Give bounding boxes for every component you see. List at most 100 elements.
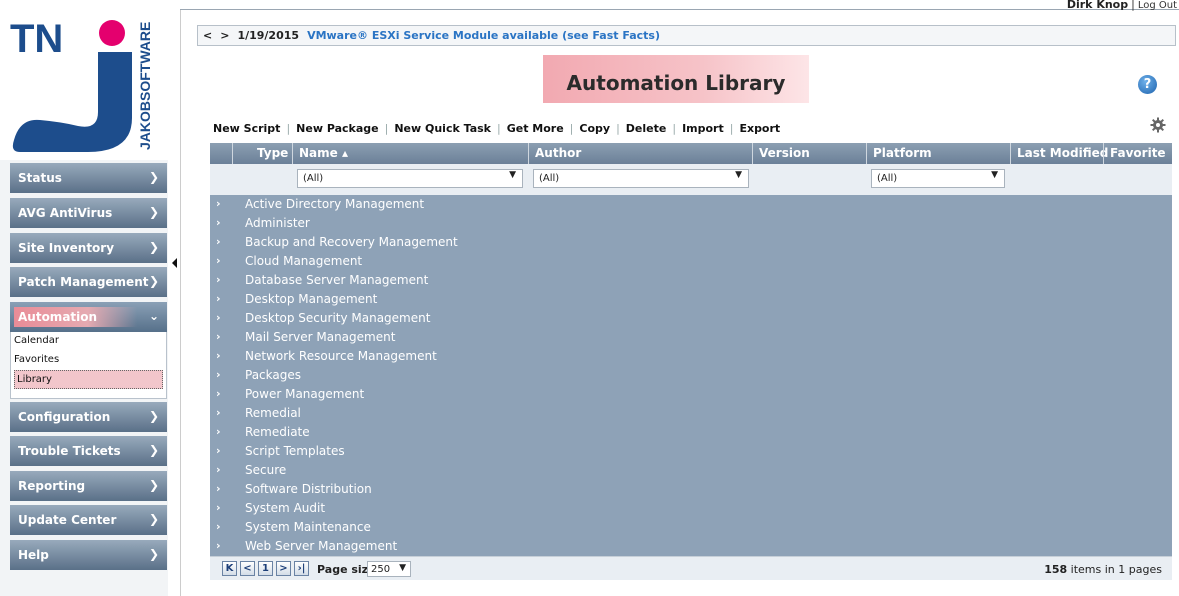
- expand-chevron-icon[interactable]: ›: [216, 254, 221, 267]
- column-header-favorite[interactable]: Favorite: [1110, 146, 1166, 160]
- chevron-right-icon: ❯: [148, 547, 159, 561]
- expand-chevron-icon[interactable]: ›: [216, 520, 221, 533]
- folder-row[interactable]: › Network Resource Management: [210, 347, 1172, 366]
- expand-chevron-icon[interactable]: ›: [216, 216, 221, 229]
- column-header-platform[interactable]: Platform: [873, 146, 932, 160]
- expand-chevron-icon[interactable]: ›: [216, 425, 221, 438]
- collapse-sidebar-icon[interactable]: [172, 258, 177, 268]
- expand-chevron-icon[interactable]: ›: [216, 235, 221, 248]
- first-page-button[interactable]: K: [222, 561, 237, 576]
- sidebar-item-avg-antivirus[interactable]: AVG AntiVirus ❯: [10, 198, 167, 228]
- items-text: items in: [1070, 563, 1115, 576]
- expand-chevron-icon[interactable]: ›: [216, 444, 221, 457]
- delete-button[interactable]: Delete: [626, 122, 667, 135]
- import-button[interactable]: Import: [682, 122, 724, 135]
- filter-row: (All) ▼ (All) ▼ (All) ▼: [210, 164, 1172, 195]
- folder-row[interactable]: › Remedial: [210, 404, 1172, 423]
- logout-link[interactable]: Log Out: [1138, 0, 1177, 11]
- folder-row[interactable]: › Database Server Management: [210, 271, 1172, 290]
- folder-row[interactable]: › Desktop Management: [210, 290, 1172, 309]
- get-more-button[interactable]: Get More: [507, 122, 564, 135]
- sidebar-item-update-center[interactable]: Update Center ❯: [10, 505, 167, 535]
- folder-row[interactable]: › Secure: [210, 461, 1172, 480]
- folder-row[interactable]: › Cloud Management: [210, 252, 1172, 271]
- folder-row[interactable]: › Power Management: [210, 385, 1172, 404]
- expand-chevron-icon[interactable]: ›: [216, 501, 221, 514]
- folder-row[interactable]: › Packages: [210, 366, 1172, 385]
- sidebar-item-configuration[interactable]: Configuration ❯: [10, 402, 167, 432]
- toolbar-separator: |: [729, 122, 734, 135]
- column-header-last-modified[interactable]: Last Modified: [1017, 146, 1108, 160]
- folder-row[interactable]: › Administer: [210, 214, 1172, 233]
- sidebar-item-patch-management[interactable]: Patch Management ❯: [10, 267, 167, 297]
- folder-row[interactable]: › Mail Server Management: [210, 328, 1172, 347]
- page-title-banner: Automation Library: [543, 55, 809, 103]
- expand-chevron-icon[interactable]: ›: [216, 368, 221, 381]
- column-separator: [1010, 143, 1011, 164]
- sidebar-item-status[interactable]: Status ❯: [10, 163, 167, 193]
- folder-row[interactable]: › Desktop Security Management: [210, 309, 1172, 328]
- last-page-button[interactable]: ›|: [294, 561, 309, 576]
- page-size-select[interactable]: 250 ▼: [367, 561, 411, 577]
- expand-chevron-icon[interactable]: ›: [216, 349, 221, 362]
- expand-chevron-icon[interactable]: ›: [216, 387, 221, 400]
- sidebar-item-reporting[interactable]: Reporting ❯: [10, 471, 167, 501]
- folder-row[interactable]: › System Audit: [210, 499, 1172, 518]
- sidebar-item-help[interactable]: Help ❯: [10, 540, 167, 570]
- expand-chevron-icon[interactable]: ›: [216, 197, 221, 210]
- author-filter-select[interactable]: (All) ▼: [533, 169, 749, 188]
- export-button[interactable]: Export: [739, 122, 780, 135]
- expand-chevron-icon[interactable]: ›: [216, 273, 221, 286]
- expand-chevron-icon[interactable]: ›: [216, 539, 221, 552]
- news-date: 1/19/2015: [237, 29, 300, 42]
- platform-filter-value: (All): [877, 173, 898, 184]
- logo[interactable]: TN JAKOBSOFTWARE: [0, 0, 168, 160]
- items-count: 158: [1044, 563, 1068, 576]
- sidebar-item-label: Site Inventory: [18, 241, 115, 255]
- column-header-name[interactable]: Name ▴: [299, 146, 348, 160]
- expand-chevron-icon[interactable]: ›: [216, 463, 221, 476]
- name-filter-select[interactable]: (All) ▼: [297, 169, 523, 188]
- expand-chevron-icon[interactable]: ›: [216, 311, 221, 324]
- help-icon[interactable]: ?: [1138, 75, 1157, 94]
- folder-row[interactable]: › Remediate: [210, 423, 1172, 442]
- folder-row[interactable]: › Software Distribution: [210, 480, 1172, 499]
- folder-row[interactable]: › Script Templates: [210, 442, 1172, 461]
- folder-row[interactable]: › Active Directory Management: [210, 195, 1172, 214]
- submenu-item-calendar[interactable]: Calendar: [11, 332, 166, 351]
- folder-row[interactable]: › Web Server Management: [210, 537, 1172, 556]
- new-package-button[interactable]: New Package: [296, 122, 378, 135]
- sidebar-item-automation[interactable]: Automation ⌄: [10, 302, 167, 332]
- folder-row[interactable]: › Backup and Recovery Management: [210, 233, 1172, 252]
- next-page-button[interactable]: >: [276, 561, 291, 576]
- news-prev-button[interactable]: <: [203, 29, 212, 42]
- folder-name: Cloud Management: [245, 254, 363, 268]
- expand-chevron-icon[interactable]: ›: [216, 482, 221, 495]
- expand-chevron-icon[interactable]: ›: [216, 406, 221, 419]
- expand-chevron-icon[interactable]: ›: [216, 292, 221, 305]
- gear-icon[interactable]: [1150, 117, 1166, 133]
- column-header-type[interactable]: Type: [257, 146, 288, 160]
- submenu-item-library[interactable]: Library: [14, 370, 163, 389]
- prev-page-button[interactable]: <: [240, 561, 255, 576]
- news-next-button[interactable]: >: [220, 29, 229, 42]
- news-link[interactable]: VMware® ESXi Service Module available (s…: [307, 29, 660, 42]
- sidebar-item-trouble-tickets[interactable]: Trouble Tickets ❯: [10, 436, 167, 466]
- sidebar-item-site-inventory[interactable]: Site Inventory ❯: [10, 233, 167, 263]
- current-page-button[interactable]: 1: [258, 561, 273, 576]
- folder-name: Secure: [245, 463, 287, 477]
- folder-name: Remediate: [245, 425, 310, 439]
- new-quick-task-button[interactable]: New Quick Task: [394, 122, 491, 135]
- platform-filter-select[interactable]: (All) ▼: [871, 169, 1005, 188]
- column-separator: [292, 143, 293, 164]
- column-header-version[interactable]: Version: [759, 146, 810, 160]
- new-script-button[interactable]: New Script: [213, 122, 280, 135]
- column-header-author[interactable]: Author: [535, 146, 581, 160]
- folder-row[interactable]: › System Maintenance: [210, 518, 1172, 537]
- submenu-item-favorites[interactable]: Favorites: [11, 351, 166, 370]
- folder-name: Packages: [245, 368, 301, 382]
- copy-button[interactable]: Copy: [579, 122, 610, 135]
- column-separator: [1103, 143, 1104, 164]
- expand-chevron-icon[interactable]: ›: [216, 330, 221, 343]
- folder-name: Power Management: [245, 387, 365, 401]
